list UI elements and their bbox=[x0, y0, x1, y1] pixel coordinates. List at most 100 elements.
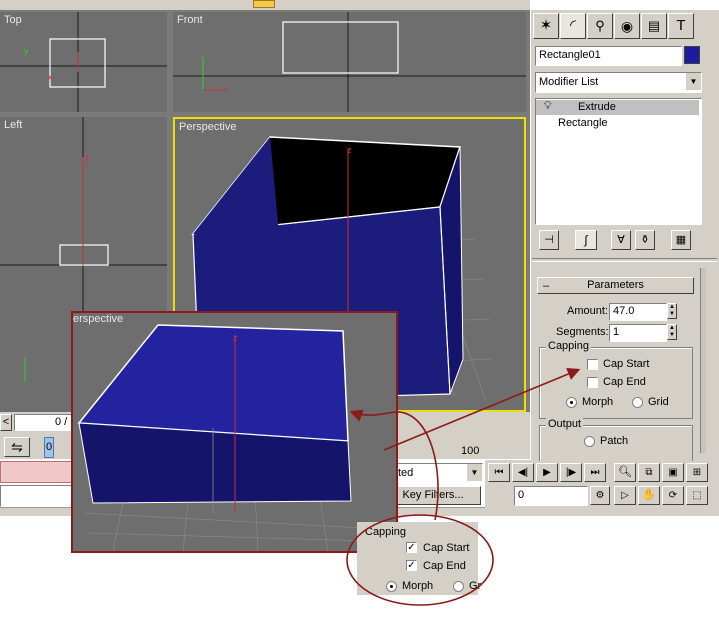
persp-axis-z-label: z bbox=[347, 145, 352, 155]
zoomed-viewport-label: erspective bbox=[73, 313, 124, 325]
viewport-front[interactable]: Front bbox=[173, 12, 526, 112]
parameters-rollout-header[interactable]: – Parameters bbox=[537, 277, 694, 294]
axis-y-label: y bbox=[24, 46, 29, 56]
callout-capping-title: Capping bbox=[365, 526, 406, 538]
motion-tab-icon[interactable]: ◉ bbox=[614, 13, 640, 39]
amount-value: 47.0 bbox=[613, 305, 635, 317]
left-axis-z-label: z bbox=[85, 153, 90, 163]
track-frame-marker[interactable]: 0 bbox=[44, 437, 54, 458]
display-tab-icon[interactable]: ▤ bbox=[641, 13, 667, 39]
stack-label-extrude: Extrude bbox=[578, 101, 616, 113]
create-tab-icon[interactable]: ✶ bbox=[533, 13, 559, 39]
amount-spinner[interactable]: ▲ ▼ bbox=[667, 303, 677, 319]
callout-grid-label: Gr bbox=[469, 580, 482, 592]
patch-radio[interactable] bbox=[584, 436, 595, 447]
cap-end-checkbox[interactable] bbox=[587, 377, 598, 388]
frame-input-value: 0 bbox=[518, 489, 525, 501]
callout-morph-label: Morph bbox=[402, 580, 434, 592]
pin-stack-icon[interactable]: ⊣ bbox=[539, 230, 559, 250]
configure-sets-icon[interactable]: ▦ bbox=[671, 230, 691, 250]
active-tool-icon[interactable] bbox=[253, 0, 275, 8]
front-grid bbox=[173, 12, 526, 112]
zoom-all-icon[interactable]: ⧉ bbox=[638, 463, 660, 482]
dropdown-arrow-icon: ▼ bbox=[467, 464, 482, 481]
check-mark-icon: ✓ bbox=[407, 542, 416, 553]
morph-label: Morph bbox=[582, 396, 614, 408]
zoom-extents-all-icon[interactable]: ⊞ bbox=[686, 463, 708, 482]
stack-item-extrude[interactable]: 💡︎ Extrude bbox=[536, 100, 699, 115]
trackbar-icon: ⇋ bbox=[11, 439, 23, 455]
capping-callout: Capping ✓ Cap Start ✓ Cap End Morph Gr bbox=[357, 522, 482, 595]
panel-separator bbox=[532, 258, 717, 262]
segments-field[interactable]: 1 bbox=[609, 324, 667, 342]
modifier-list-dropdown[interactable]: Modifier List ▼ bbox=[535, 72, 702, 93]
amount-field[interactable]: 47.0 bbox=[609, 303, 667, 321]
key-filters-button[interactable]: Key Filters... bbox=[385, 486, 481, 505]
grid-label: Grid bbox=[648, 396, 669, 408]
prompt-field[interactable] bbox=[0, 485, 77, 507]
hierarchy-tab-icon[interactable]: ⚲ bbox=[587, 13, 613, 39]
stack-label-rectangle: Rectangle bbox=[558, 117, 608, 129]
lightbulb-icon[interactable]: 💡︎ bbox=[544, 100, 552, 113]
rollout-toggle: – bbox=[543, 280, 550, 292]
parameters-title: Parameters bbox=[587, 279, 644, 291]
prev-frame-button[interactable]: ◀| bbox=[512, 463, 534, 482]
callout-grid-radio bbox=[453, 581, 464, 592]
grid-radio[interactable] bbox=[632, 397, 643, 408]
make-unique-icon[interactable]: ∀ bbox=[611, 230, 631, 250]
panel-scrollbar[interactable] bbox=[700, 268, 706, 453]
zoom-extents-icon[interactable]: ▣ bbox=[662, 463, 684, 482]
show-end-result-icon[interactable]: ∫ bbox=[575, 230, 597, 250]
amount-label: Amount: bbox=[567, 305, 608, 317]
next-frame-button[interactable]: |▶ bbox=[560, 463, 582, 482]
dropdown-arrow-icon: ▼ bbox=[686, 73, 701, 90]
callout-cap-end-checkbox: ✓ bbox=[406, 560, 417, 571]
object-color-swatch[interactable] bbox=[684, 46, 700, 64]
segments-spinner[interactable]: ▲ ▼ bbox=[667, 324, 677, 340]
axis-x-label: x bbox=[48, 72, 53, 82]
object-name-text: Rectangle01 bbox=[539, 49, 601, 61]
time-config-button[interactable]: ⚙ bbox=[590, 486, 610, 505]
output-title: Output bbox=[546, 418, 584, 430]
play-button[interactable]: ▶ bbox=[536, 463, 558, 482]
maximize-viewport-icon[interactable]: ⬚ bbox=[686, 486, 708, 505]
goto-end-button[interactable]: ⏭ bbox=[584, 463, 606, 482]
patch-label: Patch bbox=[600, 435, 629, 447]
status-red-bar bbox=[0, 461, 75, 483]
zoomed-box-scene bbox=[77, 324, 374, 551]
trackbar-config-button[interactable]: ⇋ bbox=[4, 437, 30, 457]
current-frame-spinner[interactable]: 0 bbox=[514, 486, 588, 506]
object-name-field[interactable]: Rectangle01 bbox=[535, 46, 682, 66]
top-grid bbox=[0, 12, 167, 112]
morph-radio[interactable] bbox=[566, 397, 577, 408]
remove-modifier-icon[interactable]: ⚱ bbox=[635, 230, 655, 250]
current-frame-label: 0 bbox=[45, 441, 53, 453]
viewport-top[interactable]: Top y x bbox=[0, 12, 167, 112]
viewport-label-front: Front bbox=[177, 14, 203, 26]
viewport-label-left: Left bbox=[4, 119, 23, 131]
check-mark-icon: ✓ bbox=[407, 560, 416, 571]
modifier-list-text: Modifier List bbox=[539, 76, 599, 88]
selection-set-dropdown[interactable]: ted ▼ bbox=[385, 463, 483, 484]
utilities-tab-icon[interactable]: T bbox=[668, 13, 694, 39]
frame-display: 0 / bbox=[55, 416, 68, 428]
zoom-icon[interactable]: 🔍︎ bbox=[614, 463, 636, 482]
zoom-axis-z-label: z bbox=[233, 333, 238, 343]
viewport-label-top: Top bbox=[4, 14, 22, 26]
viewport-label-perspective: Perspective bbox=[179, 121, 237, 133]
goto-start-button[interactable]: ⏮ bbox=[488, 463, 510, 482]
field-of-view-icon[interactable]: ▷ bbox=[614, 486, 636, 505]
cap-start-label: Cap Start bbox=[603, 358, 650, 370]
pan-hand-icon[interactable]: ✋ bbox=[638, 486, 660, 505]
callout-cap-start-checkbox: ✓ bbox=[406, 542, 417, 553]
modifier-stack[interactable]: 💡︎ Extrude Rectangle bbox=[535, 98, 702, 225]
time-prev-button[interactable]: < bbox=[0, 414, 12, 431]
segments-label: Segments: bbox=[556, 326, 609, 338]
key-filters-label: Key Filters... bbox=[402, 489, 464, 501]
modify-tab-icon[interactable]: ◜ bbox=[560, 13, 586, 39]
stack-item-rectangle[interactable]: Rectangle bbox=[536, 116, 699, 131]
capping-title: Capping bbox=[546, 340, 591, 352]
orbit-icon[interactable]: ⟳ bbox=[662, 486, 684, 505]
zoomed-perspective-overlay: erspective z bbox=[71, 311, 398, 553]
cap-start-checkbox[interactable] bbox=[587, 359, 598, 370]
